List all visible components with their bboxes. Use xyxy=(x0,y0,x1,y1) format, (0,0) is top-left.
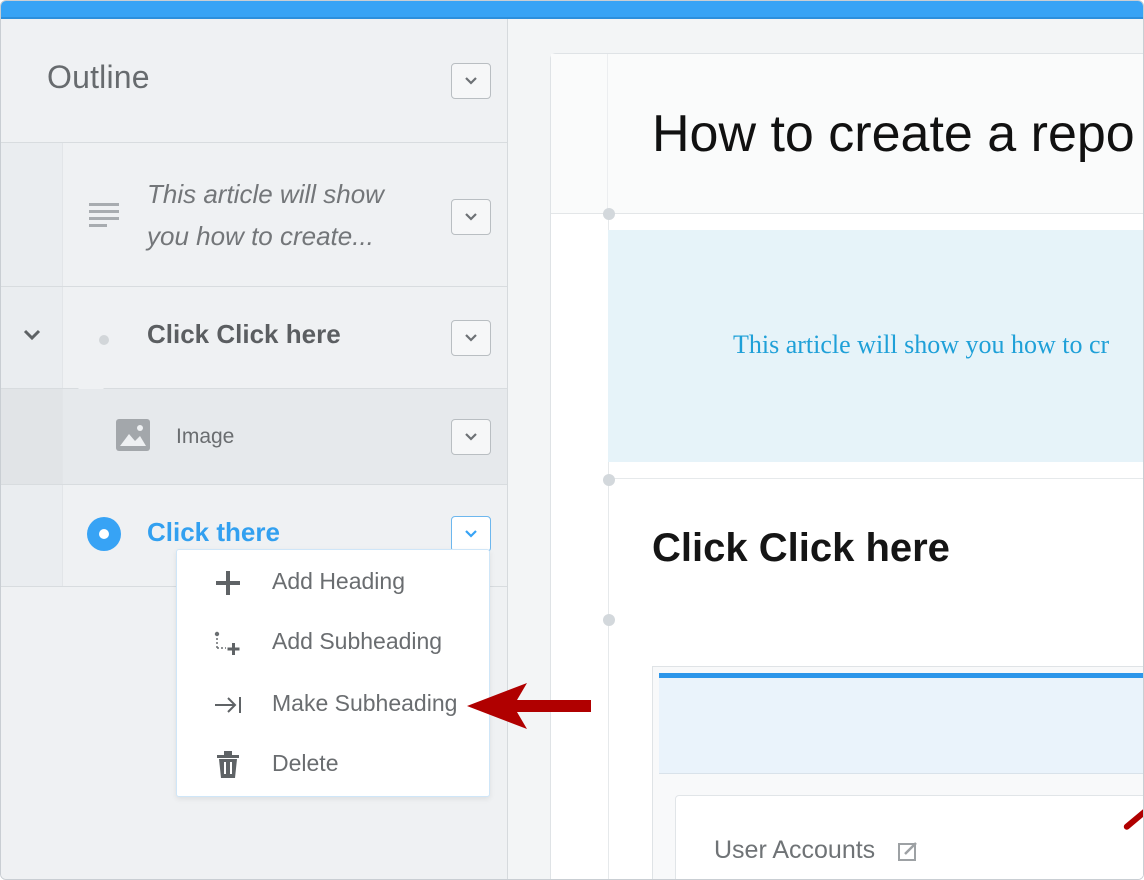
row-gutter xyxy=(1,143,63,286)
row-gutter xyxy=(1,389,63,484)
outline-item-label: Click Click here xyxy=(147,319,341,349)
screenshot-card: User Accounts xyxy=(675,795,1143,879)
title-block[interactable]: How to create a repo xyxy=(551,54,1143,214)
outline-item-label: This article will show you how to create… xyxy=(147,179,384,251)
outline-header: Outline xyxy=(1,19,507,143)
intro-block-text: This article will show you how to cr xyxy=(733,330,1110,359)
menu-item-label: Make Subheading xyxy=(272,690,458,716)
item-menu-button-open[interactable] xyxy=(451,516,491,552)
block-handle-dot[interactable] xyxy=(603,474,615,486)
block-divider xyxy=(608,478,1143,479)
outline-menu-button[interactable] xyxy=(451,63,491,99)
block-handle-dot[interactable] xyxy=(603,614,615,626)
card-label: User Accounts xyxy=(714,836,876,864)
collapse-chevron-icon[interactable] xyxy=(23,329,41,341)
embedded-screenshot[interactable]: User Accounts xyxy=(652,666,1143,879)
chevron-down-icon xyxy=(465,334,477,342)
menu-item-label: Delete xyxy=(272,750,339,776)
annotation-arrow-icon xyxy=(467,683,591,729)
item-menu-button[interactable] xyxy=(451,419,491,455)
intro-block[interactable]: This article will show you how to cr xyxy=(608,230,1143,462)
plus-icon xyxy=(213,570,243,596)
item-menu-button[interactable] xyxy=(451,199,491,235)
outline-item-heading[interactable]: Click Click here xyxy=(1,287,507,389)
chevron-down-icon xyxy=(465,433,477,441)
app-window: Outline This article will show you how t… xyxy=(0,0,1144,880)
edit-icon xyxy=(898,842,917,861)
menu-item-label: Add Subheading xyxy=(272,628,443,654)
trash-icon xyxy=(213,751,243,778)
indent-arrow-icon xyxy=(213,692,243,718)
menu-item-add-subheading[interactable]: Add Subheading xyxy=(177,612,489,672)
top-accent-bar xyxy=(1,1,1143,19)
chevron-down-icon xyxy=(465,530,477,538)
document-title[interactable]: How to create a repo xyxy=(652,104,1135,164)
document-canvas: How to create a repo This article will s… xyxy=(550,53,1143,879)
chevron-down-icon xyxy=(465,77,477,85)
radio-selected-icon xyxy=(87,517,121,551)
block-handle-dot[interactable] xyxy=(603,208,615,220)
outline-item-label: Click there xyxy=(147,517,280,547)
menu-item-delete[interactable]: Delete xyxy=(177,734,489,794)
image-icon xyxy=(116,419,150,451)
menu-item-add-heading[interactable]: Add Heading xyxy=(177,552,489,612)
bullet-dot-icon xyxy=(99,335,109,345)
paragraph-lines-icon xyxy=(89,203,119,227)
section-heading[interactable]: Click Click here xyxy=(652,526,950,571)
menu-item-label: Add Heading xyxy=(272,568,405,594)
add-subheading-icon xyxy=(213,630,243,656)
outline-title: Outline xyxy=(47,59,150,95)
item-context-menu: Add Heading Add Subheading Make Subheadi… xyxy=(176,549,490,797)
menu-item-make-subheading[interactable]: Make Subheading xyxy=(177,674,489,734)
chevron-down-icon xyxy=(465,213,477,221)
title-gutter xyxy=(551,54,608,213)
item-menu-button[interactable] xyxy=(451,320,491,356)
row-gutter xyxy=(1,485,63,586)
outline-item-intro[interactable]: This article will show you how to create… xyxy=(1,143,507,287)
editor-pane: How to create a repo This article will s… xyxy=(508,19,1143,879)
outline-item-image[interactable]: Image xyxy=(1,389,507,485)
screenshot-header-band xyxy=(659,678,1143,774)
outline-item-label: Image xyxy=(176,425,235,448)
